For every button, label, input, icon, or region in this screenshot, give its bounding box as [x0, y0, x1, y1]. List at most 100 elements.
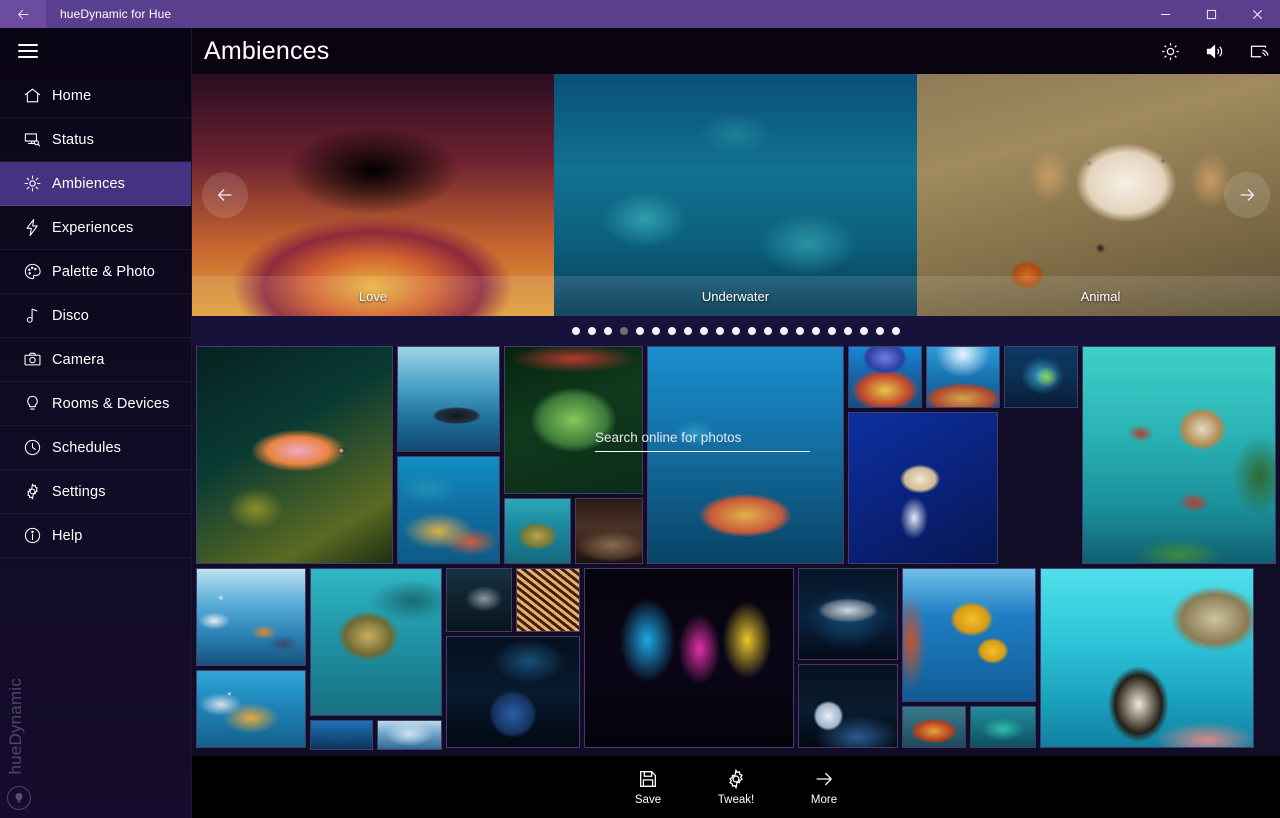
maximize-icon[interactable]	[1188, 0, 1234, 28]
photo-tile[interactable]	[847, 412, 998, 564]
sidebar-item-disco[interactable]: Disco	[0, 294, 191, 338]
more-label: More	[810, 794, 838, 806]
photo-tile[interactable]	[798, 568, 898, 660]
photo-tile[interactable]	[310, 720, 373, 750]
title-bar: hueDynamic for Hue	[0, 0, 1280, 28]
sidebar-item-schedules[interactable]: Schedules	[0, 426, 191, 470]
photo-thumbnail	[197, 569, 305, 665]
carousel-dot[interactable]	[604, 327, 612, 335]
search-input[interactable]	[595, 430, 810, 452]
photo-tile[interactable]	[847, 346, 922, 408]
carousel-dot[interactable]	[668, 327, 676, 335]
sidebar-item-label: Rooms & Devices	[52, 395, 170, 412]
photo-tile[interactable]	[196, 568, 306, 666]
carousel-dot[interactable]	[748, 327, 756, 335]
bottom-command-bar: Save Tweak! More	[192, 756, 1280, 818]
carousel-prev-button[interactable]	[202, 172, 248, 218]
photo-tile[interactable]	[446, 568, 512, 632]
save-button[interactable]: Save	[617, 768, 679, 806]
photo-thumbnail	[517, 569, 579, 631]
photo-tile[interactable]	[970, 706, 1036, 748]
carousel-dot[interactable]	[812, 327, 820, 335]
photo-tile[interactable]	[902, 568, 1036, 702]
sidebar-item-home[interactable]: Home	[0, 74, 191, 118]
photo-tile[interactable]	[516, 568, 580, 632]
tweak-label: Tweak!	[717, 794, 755, 806]
photo-tile[interactable]	[646, 346, 844, 564]
carousel-next-button[interactable]	[1224, 172, 1270, 218]
carousel-dot[interactable]	[652, 327, 660, 335]
volume-speaker-icon[interactable]	[1192, 28, 1236, 74]
photo-thumbnail	[197, 671, 305, 747]
photo-tile[interactable]	[196, 346, 393, 564]
carousel-dot[interactable]	[700, 327, 708, 335]
gear-icon	[729, 768, 743, 790]
sun-icon	[12, 174, 52, 193]
sidebar-item-rooms-devices[interactable]: Rooms & Devices	[0, 382, 191, 426]
more-button[interactable]: More	[793, 768, 855, 806]
photo-tile[interactable]	[503, 498, 571, 564]
sidebar-item-palette-photo[interactable]: Palette & Photo	[0, 250, 191, 294]
carousel-dot[interactable]	[732, 327, 740, 335]
carousel-dot[interactable]	[876, 327, 884, 335]
photo-tile[interactable]	[377, 720, 442, 750]
hamburger-menu-icon[interactable]	[0, 28, 191, 74]
photo-thumbnail	[311, 569, 441, 715]
photo-tile[interactable]	[310, 568, 442, 716]
photo-tile[interactable]	[1003, 346, 1078, 408]
sidebar-item-help[interactable]: Help	[0, 514, 191, 558]
photo-tile[interactable]	[196, 670, 306, 748]
photo-tile[interactable]	[396, 346, 500, 452]
carousel-dot[interactable]	[572, 327, 580, 335]
carousel-dot[interactable]	[892, 327, 900, 335]
carousel-slide-caption: Animal	[917, 276, 1280, 316]
carousel-dot[interactable]	[620, 327, 628, 335]
ambience-carousel[interactable]: Love Underwater Animal	[192, 74, 1280, 316]
photo-tile[interactable]	[503, 346, 643, 494]
photo-tile-column	[798, 568, 898, 750]
close-icon[interactable]	[1234, 0, 1280, 28]
photo-tile[interactable]	[1040, 568, 1254, 748]
carousel-dot[interactable]	[828, 327, 836, 335]
carousel-dot[interactable]	[844, 327, 852, 335]
photo-tile[interactable]	[925, 346, 1000, 408]
carousel-dot[interactable]	[780, 327, 788, 335]
carousel-dot[interactable]	[716, 327, 724, 335]
photo-grid	[192, 346, 1280, 754]
carousel-dot[interactable]	[636, 327, 644, 335]
content-scroll-area[interactable]: Love Underwater Animal	[192, 74, 1280, 756]
sidebar-item-label: Palette & Photo	[52, 263, 156, 280]
tweak-button[interactable]: Tweak!	[705, 768, 767, 806]
photo-thumbnail	[585, 569, 793, 747]
photo-tile[interactable]	[584, 568, 794, 748]
carousel-dot[interactable]	[860, 327, 868, 335]
sidebar-item-ambiences[interactable]: Ambiences	[0, 162, 191, 206]
sidebar-item-settings[interactable]: Settings	[0, 470, 191, 514]
window-title: hueDynamic for Hue	[60, 7, 172, 21]
hamburger-bars	[18, 40, 38, 62]
carousel-dot[interactable]	[764, 327, 772, 335]
cast-project-icon[interactable]	[1236, 28, 1280, 74]
brightness-sun-icon[interactable]	[1148, 28, 1192, 74]
photo-tile[interactable]	[902, 706, 966, 748]
carousel-dot[interactable]	[796, 327, 804, 335]
photo-tile[interactable]	[1081, 346, 1276, 564]
carousel-slide[interactable]: Underwater	[554, 74, 917, 316]
sidebar-item-camera[interactable]: Camera	[0, 338, 191, 382]
photo-thumbnail	[1004, 347, 1077, 407]
carousel-dot[interactable]	[588, 327, 596, 335]
carousel-page-dots[interactable]	[192, 316, 1280, 346]
sidebar-item-experiences[interactable]: Experiences	[0, 206, 191, 250]
photo-tile[interactable]	[396, 456, 500, 564]
photo-tile-row	[446, 568, 580, 632]
photo-tile-row	[503, 498, 643, 564]
minimize-icon[interactable]	[1142, 0, 1188, 28]
sidebar-item-status[interactable]: Status	[0, 118, 191, 162]
photo-tile-column	[396, 346, 500, 564]
back-arrow-icon[interactable]	[0, 0, 46, 28]
main-content: Ambiences Love Underwater Animal Search …	[192, 28, 1280, 818]
photo-tile[interactable]	[574, 498, 643, 564]
photo-tile[interactable]	[798, 664, 898, 748]
carousel-dot[interactable]	[684, 327, 692, 335]
photo-tile[interactable]	[446, 636, 580, 748]
